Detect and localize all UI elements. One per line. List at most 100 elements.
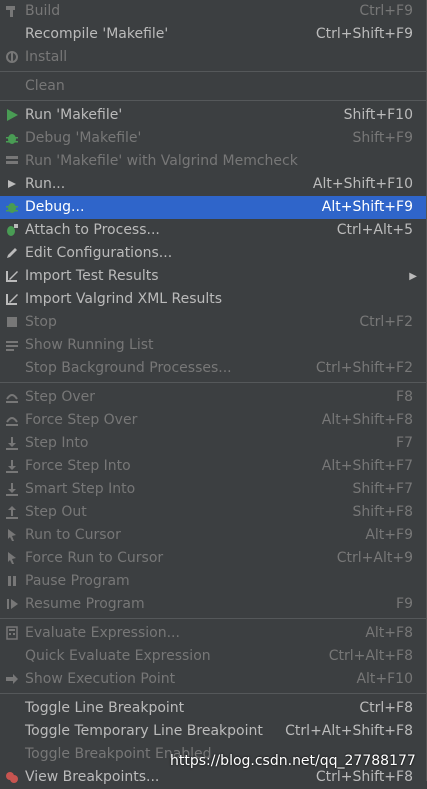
menu-item-label: Step Out bbox=[25, 504, 87, 520]
menu-item-step-into: Step Into F7 bbox=[0, 432, 426, 455]
menu-item-shortcut: Shift+F9 bbox=[352, 130, 413, 146]
menu-item-toggle-temporary-line-breakpoint[interactable]: Toggle Temporary Line Breakpoint Ctrl+Alt… bbox=[0, 720, 426, 743]
menu-item-shortcut: Alt+Shift+F8 bbox=[321, 412, 413, 428]
menu-item-shortcut: Alt+Shift+F10 bbox=[312, 176, 413, 192]
menu-item-label: Edit Configurations... bbox=[25, 245, 173, 261]
menu-item-show-execution-point: Show Execution Point Alt+F10 bbox=[0, 668, 426, 691]
menu-item-label: Resume Program bbox=[25, 596, 145, 612]
menu-item-force-run-to-cursor: Force Run to Cursor Ctrl+Alt+9 bbox=[0, 547, 426, 570]
menu-item-label: Show Running List bbox=[25, 337, 154, 353]
pause-icon bbox=[5, 574, 19, 588]
menu-item-stop: Stop Ctrl+F2 bbox=[0, 311, 426, 334]
menu-item-label: Step Over bbox=[25, 389, 95, 405]
menu-item-attach-to-process[interactable]: Attach to Process... Ctrl+Alt+5 bbox=[0, 219, 426, 242]
menu-item-label: Build bbox=[25, 3, 61, 19]
menu-item-shortcut: Alt+F10 bbox=[356, 671, 413, 687]
submenu-arrow-icon: ▶ bbox=[409, 271, 417, 282]
step-into-icon bbox=[5, 482, 19, 496]
step-into-icon bbox=[5, 459, 19, 473]
menu-item-force-step-into: Force Step Into Alt+Shift+F7 bbox=[0, 455, 426, 478]
menu-item-shortcut: Ctrl+Shift+F8 bbox=[315, 769, 413, 785]
menu-item-label: Show Execution Point bbox=[25, 671, 176, 687]
menu-item-shortcut: Ctrl+F8 bbox=[359, 700, 413, 716]
menu-item-label: Run 'Makefile' bbox=[25, 107, 123, 123]
step-out-icon bbox=[5, 505, 19, 519]
menu-item-step-out: Step Out Shift+F8 bbox=[0, 501, 426, 524]
menu-item-shortcut: Ctrl+Shift+F9 bbox=[315, 26, 413, 42]
import-icon bbox=[5, 292, 19, 306]
menu-item-label: Toggle Temporary Line Breakpoint bbox=[25, 723, 263, 739]
menu-item-shortcut: Ctrl+Alt+Shift+F8 bbox=[285, 723, 413, 739]
menu-item-shortcut: Ctrl+Alt+5 bbox=[336, 222, 413, 238]
watermark-text: https://blog.csdn.net/qq_27788177 bbox=[170, 753, 416, 769]
debug-icon bbox=[5, 200, 19, 214]
menu-item-force-step-over: Force Step Over Alt+Shift+F8 bbox=[0, 409, 426, 432]
execution-point-icon bbox=[5, 672, 19, 686]
menu-separator bbox=[0, 693, 426, 694]
step-over-icon bbox=[5, 390, 19, 404]
menu-item-pause-program: Pause Program bbox=[0, 570, 426, 593]
menu-item-label: Quick Evaluate Expression bbox=[25, 648, 211, 664]
menu-item-step-over: Step Over F8 bbox=[0, 386, 426, 409]
menu-item-shortcut: Ctrl+F2 bbox=[359, 314, 413, 330]
menu-item-label: Run... bbox=[25, 176, 66, 192]
cursor-icon bbox=[5, 551, 19, 565]
menu-item-label: Stop bbox=[25, 314, 57, 330]
menu-item-label: Clean bbox=[25, 78, 65, 94]
menu-item-label: Run 'Makefile' with Valgrind Memcheck bbox=[25, 153, 298, 169]
menu-item-label: View Breakpoints... bbox=[25, 769, 160, 785]
menu-item-shortcut: Ctrl+Alt+9 bbox=[336, 550, 413, 566]
menu-item-clean: Clean bbox=[0, 75, 426, 98]
menu-item-view-breakpoints[interactable]: View Breakpoints... Ctrl+Shift+F8 bbox=[0, 766, 426, 789]
menu-item-label: Evaluate Expression... bbox=[25, 625, 180, 641]
menu-item-shortcut: Alt+Shift+F7 bbox=[321, 458, 413, 474]
menu-item-smart-step-into: Smart Step Into Shift+F7 bbox=[0, 478, 426, 501]
cursor-icon bbox=[5, 528, 19, 542]
calculator-icon bbox=[5, 626, 19, 640]
menu-item-import-valgrind-xml-results[interactable]: Import Valgrind XML Results bbox=[0, 288, 426, 311]
menu-item-shortcut: Shift+F8 bbox=[352, 504, 413, 520]
menu-separator bbox=[0, 382, 426, 383]
menu-item-label: Run to Cursor bbox=[25, 527, 121, 543]
menu-item-label: Pause Program bbox=[25, 573, 130, 589]
menu-item-debug-makefile: Debug 'Makefile' Shift+F9 bbox=[0, 127, 426, 150]
menu-item-recompile-makefile[interactable]: Recompile 'Makefile' Ctrl+Shift+F9 bbox=[0, 23, 426, 46]
menu-item-run-makefile-with-valgrind-memcheck: Run 'Makefile' with Valgrind Memcheck bbox=[0, 150, 426, 173]
menu-item-shortcut: Ctrl+Alt+F8 bbox=[328, 648, 413, 664]
menu-item-label: Smart Step Into bbox=[25, 481, 136, 497]
menu-item-shortcut: Ctrl+Shift+F2 bbox=[315, 360, 413, 376]
menu-item-shortcut: F8 bbox=[396, 389, 413, 405]
menu-item-shortcut: Alt+F9 bbox=[365, 527, 413, 543]
menu-item-label: Step Into bbox=[25, 435, 89, 451]
menu-item-shortcut: Ctrl+F9 bbox=[359, 3, 413, 19]
menu-item-shortcut: Shift+F7 bbox=[352, 481, 413, 497]
menu-item-run-makefile[interactable]: Run 'Makefile' Shift+F10 bbox=[0, 104, 426, 127]
menu-item-toggle-line-breakpoint[interactable]: Toggle Line Breakpoint Ctrl+F8 bbox=[0, 697, 426, 720]
attach-icon bbox=[5, 223, 19, 237]
menu-item-install: Install bbox=[0, 46, 426, 69]
step-into-icon bbox=[5, 436, 19, 450]
menu-item-build: Build Ctrl+F9 bbox=[0, 0, 426, 23]
menu-item-debug[interactable]: Debug... Alt+Shift+F9 bbox=[0, 196, 426, 219]
menu-item-run[interactable]: Run... Alt+Shift+F10 bbox=[0, 173, 426, 196]
menu-item-shortcut: Shift+F10 bbox=[343, 107, 413, 123]
edit-icon bbox=[5, 246, 19, 260]
menu-item-import-test-results[interactable]: Import Test Results ▶ bbox=[0, 265, 426, 288]
menu-item-label: Debug 'Makefile' bbox=[25, 130, 142, 146]
menu-item-edit-configurations[interactable]: Edit Configurations... bbox=[0, 242, 426, 265]
import-icon bbox=[5, 269, 19, 283]
menu-separator bbox=[0, 100, 426, 101]
menu-item-label: Install bbox=[25, 49, 68, 65]
run-small-icon bbox=[5, 177, 19, 191]
menu-item-shortcut: Alt+Shift+F9 bbox=[321, 199, 413, 215]
run-icon bbox=[5, 108, 19, 122]
menu-separator bbox=[0, 71, 426, 72]
menu-item-label: Import Valgrind XML Results bbox=[25, 291, 223, 307]
menu-item-stop-background-processes: Stop Background Processes... Ctrl+Shift+F… bbox=[0, 357, 426, 380]
run-context-menu: Build Ctrl+F9 Recompile 'Makefile' Ctrl+Shi… bbox=[0, 0, 427, 785]
step-over-icon bbox=[5, 413, 19, 427]
resume-icon bbox=[5, 597, 19, 611]
menu-item-label: Force Step Into bbox=[25, 458, 131, 474]
menu-item-label: Force Run to Cursor bbox=[25, 550, 164, 566]
menu-item-label: Force Step Over bbox=[25, 412, 138, 428]
